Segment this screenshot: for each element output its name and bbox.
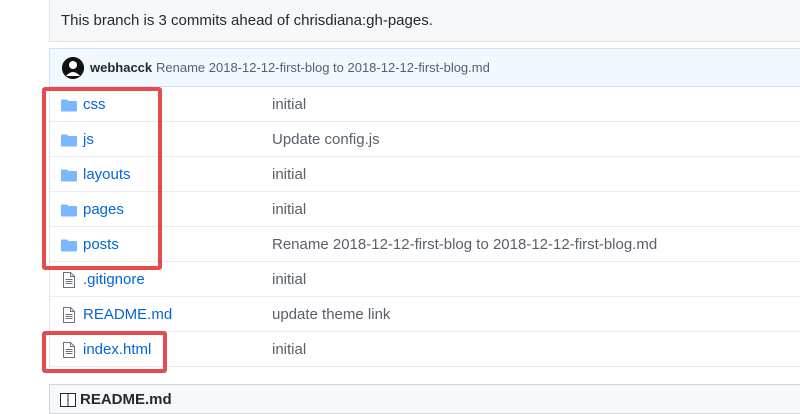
table-row: posts Rename 2018-12-12-first-blog to 20…	[50, 227, 800, 262]
file-icon	[63, 307, 75, 323]
table-row: pages initial	[50, 192, 800, 227]
table-row: README.md update theme link	[50, 297, 800, 332]
file-name-link[interactable]: .gitignore	[83, 271, 145, 288]
commit-author-link[interactable]: webhacck	[90, 60, 152, 75]
branch-status-text: This branch is 3 commits ahead of chrisd…	[61, 12, 433, 29]
file-icon	[63, 272, 75, 288]
file-name-link[interactable]: README.md	[83, 306, 172, 323]
commit-message-link[interactable]: initial	[272, 341, 306, 358]
folders-highlight-box	[42, 87, 162, 270]
table-row: js Update config.js	[50, 122, 800, 157]
index-file-highlight-box	[42, 331, 167, 373]
avatar[interactable]	[62, 57, 84, 79]
readme-header: README.md	[49, 384, 800, 414]
book-icon	[60, 393, 76, 407]
table-row: css initial	[50, 87, 800, 122]
commit-message-link[interactable]: initial	[272, 201, 306, 218]
commit-message-link[interactable]: update theme link	[272, 306, 390, 323]
branch-status-banner: This branch is 3 commits ahead of chrisd…	[49, 0, 800, 42]
commit-message-link[interactable]: Rename 2018-12-12-first-blog to 2018-12-…	[272, 236, 657, 253]
commit-message-link[interactable]: Rename 2018-12-12-first-blog to 2018-12-…	[156, 60, 490, 75]
commit-message-link[interactable]: Update config.js	[272, 131, 380, 148]
commit-message-link[interactable]: initial	[272, 166, 306, 183]
table-row: layouts initial	[50, 157, 800, 192]
commit-message-link[interactable]: initial	[272, 96, 306, 113]
table-row: .gitignore initial	[50, 262, 800, 297]
commit-message-link[interactable]: initial	[272, 271, 306, 288]
latest-commit-bar: webhacck Rename 2018-12-12-first-blog to…	[49, 48, 800, 87]
